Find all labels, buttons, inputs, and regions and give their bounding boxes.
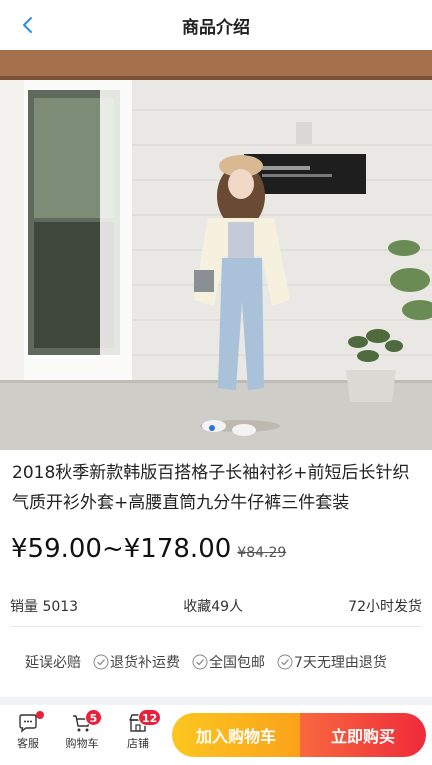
guarantee-label: 7天无理由退货 (294, 655, 387, 671)
divider (10, 626, 422, 627)
guarantee-return-shipping: 退货补运费 (93, 652, 180, 672)
nav-label: 客服 (17, 737, 39, 750)
cart-button[interactable]: 5 购物车 (60, 709, 104, 751)
section-separator (0, 697, 432, 705)
nav-label: 购物车 (65, 737, 99, 750)
add-to-cart-button[interactable]: 加入购物车 (172, 713, 300, 757)
nav-label: 店铺 (127, 737, 149, 750)
check-circle-icon (277, 654, 293, 670)
guarantee-label: 全国包邮 (209, 655, 265, 671)
favorites-count: 收藏49人 (183, 599, 244, 615)
bottom-action-bar: 客服 5 购物车 12 店铺 加入购物车 立即购买 (0, 705, 432, 765)
sales-count: 销量 5013 (10, 599, 79, 615)
check-circle-icon (93, 654, 109, 670)
guarantee-label: 退货补运费 (110, 655, 180, 671)
price-range: ¥59.00~¥178.00 (11, 534, 232, 564)
store-badge: 12 (138, 709, 162, 726)
guarantee-7day-return: 7天无理由退货 (277, 652, 387, 672)
store-button[interactable]: 12 店铺 (116, 709, 162, 751)
check-circle-icon (192, 654, 208, 670)
service-guarantees[interactable]: 延误必赔 退货补运费 全国包邮 7天无理由退货 (25, 652, 387, 672)
top-navbar: 商品介绍 (0, 0, 432, 50)
product-stats: 销量 5013 收藏49人 72小时发货 (10, 596, 422, 616)
page-title: 商品介绍 (182, 17, 250, 38)
guarantee-free-shipping: 全国包邮 (192, 652, 265, 672)
notification-dot (36, 711, 44, 719)
product-image[interactable] (0, 50, 432, 450)
cart-badge: 5 (85, 709, 102, 726)
guarantee-delay-compensation: 延误必赔 (25, 655, 81, 671)
original-price: ¥84.29 (237, 545, 287, 561)
back-arrow-icon[interactable] (16, 12, 42, 38)
customer-service-button[interactable]: 客服 (6, 711, 50, 751)
product-title: 2018秋季新款韩版百搭格子长袖衬衫+前短后长针织气质开衫外套+高腰直筒九分牛仔… (12, 463, 410, 513)
shipping-time: 72小时发货 (348, 599, 422, 615)
price-row: ¥59.00~¥178.00 ¥84.29 (11, 534, 286, 564)
buy-now-button[interactable]: 立即购买 (300, 713, 426, 757)
